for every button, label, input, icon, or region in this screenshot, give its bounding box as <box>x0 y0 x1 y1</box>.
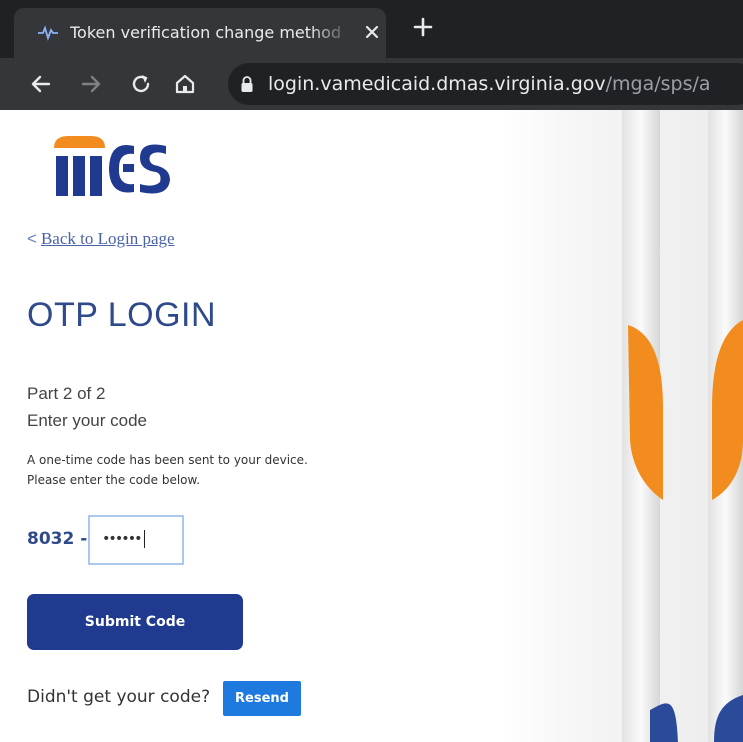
mes-logo <box>54 136 170 196</box>
back-chevron: < <box>27 229 37 248</box>
instruction-heading: Enter your code <box>27 411 148 430</box>
back-to-login-link[interactable]: < Back to Login page <box>27 229 175 249</box>
otp-code-input[interactable]: •••••• <box>88 515 184 565</box>
back-link-label: Back to Login page <box>40 229 175 248</box>
browser-tab[interactable]: Token verification change method <box>14 8 386 58</box>
close-tab-icon[interactable] <box>360 20 384 44</box>
url-host: login.vamedicaid.dmas.virginia.gov <box>268 73 606 95</box>
address-bar[interactable]: login.vamedicaid.dmas.virginia.gov/mga/s… <box>228 63 743 105</box>
info-text: A one-time code has been sent to your de… <box>27 450 308 490</box>
url-text: login.vamedicaid.dmas.virginia.gov/mga/s… <box>268 73 711 95</box>
otp-code-value: •••••• <box>102 531 143 547</box>
new-tab-plus-icon[interactable] <box>410 14 436 40</box>
resend-button[interactable]: Resend <box>223 681 301 716</box>
back-arrow-icon[interactable] <box>28 71 54 97</box>
lock-icon <box>241 76 253 92</box>
step-indicator: Part 2 of 2 <box>27 384 106 403</box>
login-page: < Back to Login page OTP LOGIN Part 2 of … <box>0 110 743 742</box>
tab-title: Token verification change method <box>70 23 342 42</box>
reload-icon[interactable] <box>128 71 154 97</box>
browser-toolbar: login.vamedicaid.dmas.virginia.gov/mga/s… <box>0 58 743 110</box>
heartbeat-favicon-icon <box>38 25 58 41</box>
building-illustration <box>622 110 743 742</box>
submit-code-button[interactable]: Submit Code <box>27 594 243 650</box>
browser-tab-bar: Token verification change method <box>0 0 743 58</box>
info-line-1: A one-time code has been sent to your de… <box>27 453 308 467</box>
page-title: OTP LOGIN <box>27 296 217 334</box>
home-icon[interactable] <box>172 71 198 97</box>
url-path: /mga/sps/a <box>605 73 711 95</box>
info-line-2: Please enter the code below. <box>27 473 201 487</box>
decorative-background <box>500 110 743 742</box>
forward-arrow-icon[interactable] <box>78 71 104 97</box>
code-prefix: 8032 - <box>27 529 88 549</box>
text-caret <box>143 530 145 548</box>
resend-prompt: Didn't get your code? <box>27 687 211 707</box>
